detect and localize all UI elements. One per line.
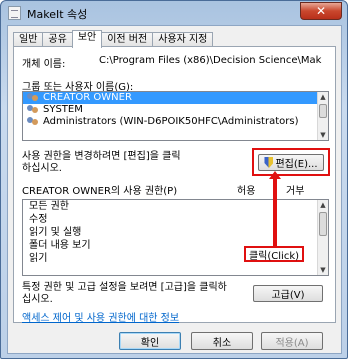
scroll-thumb[interactable] [319, 104, 327, 118]
list-item-system[interactable]: SYSTEM [23, 104, 328, 116]
ok-button[interactable]: 확인 [119, 332, 181, 350]
tab-previous-versions[interactable]: 이전 버전 [101, 32, 154, 47]
tab-sharing[interactable]: 공유 [42, 32, 73, 47]
scroll-thumb[interactable] [319, 212, 327, 236]
dialog-client-area: 일반 공유 보안 이전 버전 사용자 지정 개체 이름: C:\Program … [7, 25, 342, 354]
change-permissions-hint: 사용 권한을 변경하려면 [편집]을 클릭하십시오. [22, 151, 181, 174]
object-name-value: C:\Program Files (x86)\Decision Science\… [99, 55, 322, 66]
access-control-info-link[interactable]: 액세스 제어 및 사용 권한에 대한 정보 [22, 309, 179, 324]
list-item-administrators[interactable]: Administrators (WIN-D6POIK50HFC\Administ… [23, 116, 328, 128]
list-item: 읽기 및 실행 [29, 227, 82, 238]
apply-button[interactable]: 적용(A) [261, 332, 323, 350]
tab-general[interactable]: 일반 [13, 32, 44, 47]
object-name-label: 개체 이름: [22, 59, 66, 70]
scroll-down-arrow-icon[interactable]: ▼ [318, 265, 328, 275]
users-icon [27, 93, 41, 103]
list-item: 수정 [29, 214, 48, 225]
permissions-list[interactable]: 모든 권한 수정 읽기 및 실행 폴더 내용 보기 읽기 ▲ ▼ [22, 199, 329, 276]
window-title: MakeIt 속성 [27, 8, 88, 21]
window-icon [8, 6, 21, 20]
group-user-list[interactable]: CREATOR OWNER SYSTEM Administrators (WIN… [22, 91, 329, 141]
group-name: Administrators (WIN-D6POIK50HFC\Administ… [43, 116, 299, 127]
close-button[interactable]: ✕ [300, 2, 342, 20]
scroll-down-arrow-icon[interactable]: ▼ [318, 130, 328, 140]
cancel-button[interactable]: 취소 [191, 332, 253, 350]
permissions-for-label: CREATOR OWNER의 사용 권한(P) [22, 186, 178, 197]
security-panel: 개체 이름: C:\Program Files (x86)\Decision S… [13, 46, 336, 324]
list-item: 모든 권한 [29, 201, 69, 212]
users-icon [27, 105, 41, 115]
arrow-up-icon [269, 171, 281, 246]
tab-security[interactable]: 보안 [71, 30, 103, 48]
group-name: CREATOR OWNER [43, 92, 132, 103]
group-name: SYSTEM [43, 104, 83, 115]
advanced-button[interactable]: 고급(V) [253, 285, 323, 302]
special-permissions-hint: 특정 권한 및 고급 설정을 보려면 [고급]을 클릭하십시오. [22, 282, 227, 305]
scroll-up-arrow-icon[interactable]: ▲ [318, 200, 328, 210]
deny-column-header: 거부 [286, 186, 305, 197]
scroll-up-arrow-icon[interactable]: ▲ [318, 92, 328, 102]
edit-button-highlight [252, 148, 330, 176]
tab-customize[interactable]: 사용자 지정 [152, 32, 214, 47]
click-annotation: 클릭(Click) [244, 246, 304, 262]
group-list-scrollbar[interactable]: ▲ ▼ [317, 92, 328, 140]
permissions-list-scrollbar[interactable]: ▲ ▼ [317, 200, 328, 275]
properties-window: MakeIt 속성 ✕ 일반 공유 보안 이전 버전 사용자 지정 개체 이름:… [0, 0, 348, 359]
list-item-creator-owner[interactable]: CREATOR OWNER [23, 92, 328, 104]
allow-column-header: 허용 [237, 186, 256, 197]
title-bar[interactable]: MakeIt 속성 ✕ [1, 1, 347, 25]
users-icon [27, 117, 41, 127]
tab-strip: 일반 공유 보안 이전 버전 사용자 지정 [13, 30, 214, 48]
